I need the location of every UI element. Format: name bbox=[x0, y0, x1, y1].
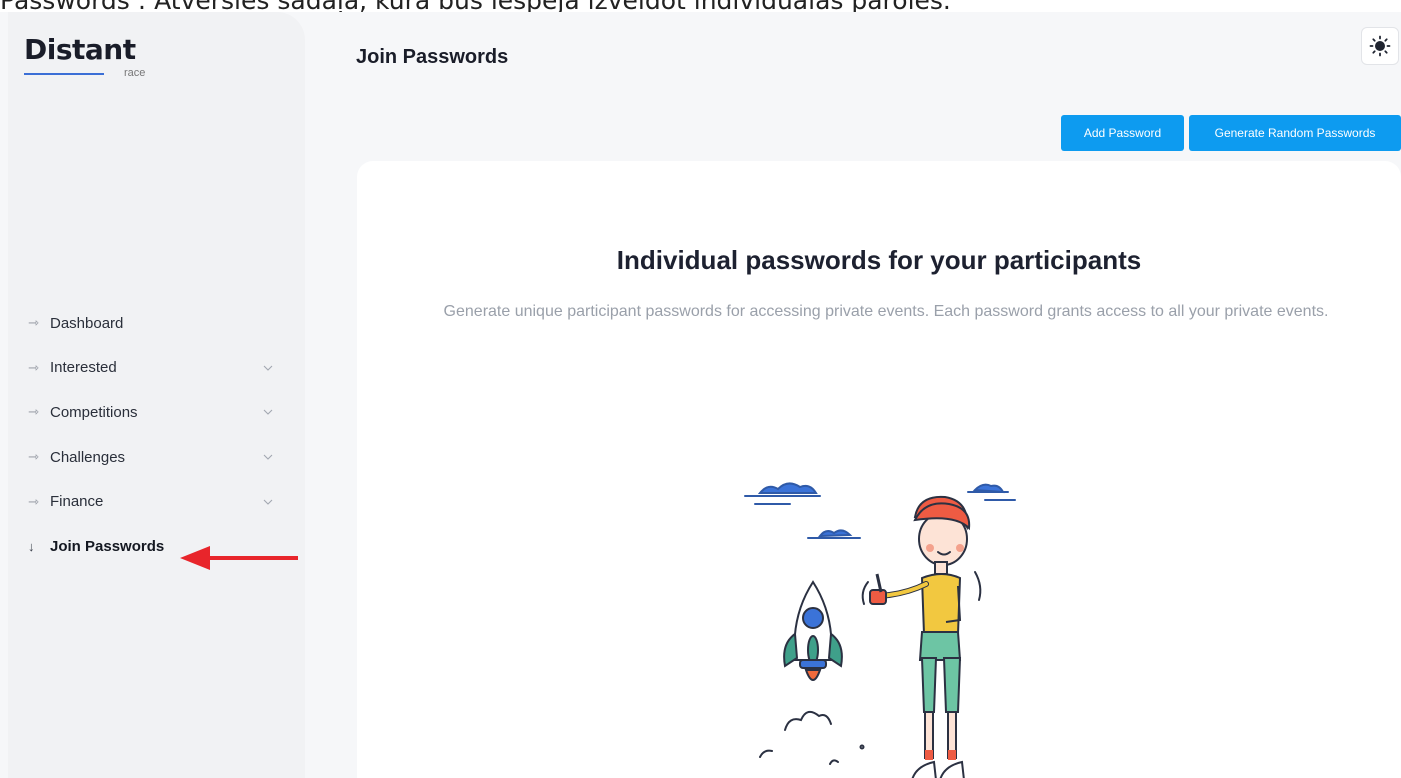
app-window: Distant race ⇾ Dashboard ⇾ Interested ⇾ … bbox=[0, 12, 1401, 778]
sidebar-item-label: Challenges bbox=[50, 448, 126, 466]
rocket-boy-illustration bbox=[744, 482, 1016, 778]
sidebar-item-challenges[interactable]: ⇾ Challenges bbox=[8, 435, 305, 480]
add-password-button[interactable]: Add Password bbox=[1061, 115, 1184, 151]
sidebar-item-label: Dashboard bbox=[50, 314, 124, 332]
sidebar-item-label: Competitions bbox=[50, 403, 138, 421]
sidebar: Distant race ⇾ Dashboard ⇾ Interested ⇾ … bbox=[8, 12, 305, 778]
sidebar-item-label: Join Passwords bbox=[50, 537, 165, 555]
chevron-down-icon bbox=[263, 365, 273, 371]
chevron-down-icon bbox=[263, 499, 273, 505]
chevron-down-icon bbox=[263, 410, 273, 416]
arrow-right-icon: ⇾ bbox=[28, 449, 39, 465]
generate-random-passwords-button[interactable]: Generate Random Passwords bbox=[1189, 115, 1401, 151]
arrow-right-icon: ⇾ bbox=[28, 404, 39, 420]
arrow-right-icon: ⇾ bbox=[28, 359, 39, 375]
theme-toggle-button[interactable] bbox=[1361, 27, 1399, 65]
annotation-arrow bbox=[180, 546, 298, 570]
page-title: Join Passwords bbox=[356, 46, 509, 68]
brand-underline bbox=[24, 73, 104, 75]
sidebar-item-finance[interactable]: ⇾ Finance bbox=[8, 479, 305, 524]
chevron-down-icon bbox=[263, 454, 273, 460]
sidebar-item-label: Finance bbox=[50, 493, 104, 511]
arrow-right-icon: ⇾ bbox=[28, 315, 39, 331]
sun-icon bbox=[1369, 35, 1391, 57]
sidebar-item-dashboard[interactable]: ⇾ Dashboard bbox=[8, 301, 305, 346]
brand-name: Distant bbox=[24, 33, 136, 66]
sidebar-item-interested[interactable]: ⇾ Interested bbox=[8, 346, 305, 391]
brand-logo[interactable]: Distant race bbox=[24, 33, 154, 79]
sidebar-nav: ⇾ Dashboard ⇾ Interested ⇾ Competitions … bbox=[8, 301, 305, 569]
sidebar-item-competitions[interactable]: ⇾ Competitions bbox=[8, 390, 305, 435]
brand-subtitle: race bbox=[124, 67, 146, 79]
empty-state-description: Generate unique participant passwords fo… bbox=[443, 303, 1329, 320]
arrow-down-icon: ↓ bbox=[28, 538, 35, 554]
sidebar-item-label: Interested bbox=[50, 359, 117, 377]
empty-state-title: Individual passwords for your participan… bbox=[616, 245, 1142, 275]
arrow-right-icon: ⇾ bbox=[28, 493, 39, 509]
